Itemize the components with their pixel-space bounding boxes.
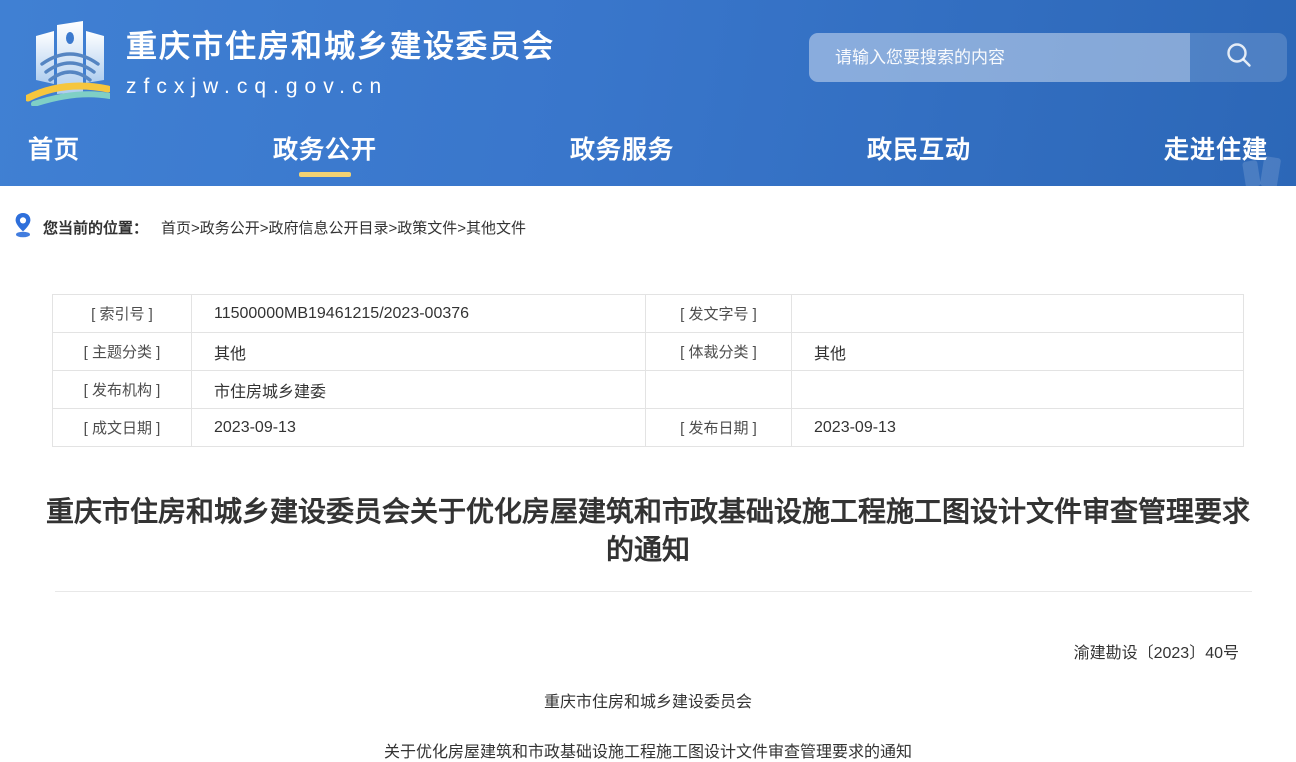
page-title: 重庆市住房和城乡建设委员会关于优化房屋建筑和市政基础设施工程施工图设计文件审查管… bbox=[0, 493, 1296, 569]
search-input[interactable] bbox=[809, 33, 1190, 82]
nav-item-gov-info[interactable]: 政务公开 bbox=[273, 120, 377, 186]
active-tab-underline bbox=[299, 172, 351, 177]
location-pin-icon bbox=[14, 212, 32, 242]
search-button[interactable] bbox=[1190, 33, 1287, 82]
nav-item-gov-services[interactable]: 政务服务 bbox=[570, 120, 674, 186]
search-icon bbox=[1223, 40, 1255, 75]
breadcrumb: 您当前的位置： 首页>政务公开>政府信息公开目录>政策文件>其他文件 bbox=[14, 214, 1296, 240]
brand-block: 重庆市住房和城乡建设委员会 zfcxjw.cq.gov.cn bbox=[126, 21, 555, 99]
nav-item-label: 政务服务 bbox=[570, 130, 674, 166]
meta-value-topic: 其他 bbox=[192, 333, 646, 371]
meta-value-write-date: 2023-09-13 bbox=[192, 409, 646, 447]
article-body-agency-line: 重庆市住房和城乡建设委员会 bbox=[0, 688, 1296, 712]
meta-value-empty bbox=[792, 371, 1244, 409]
meta-value-doc-no bbox=[792, 295, 1244, 333]
document-number: 渝建勘设〔2023〕40号 bbox=[0, 639, 1296, 663]
site-url: zfcxjw.cq.gov.cn bbox=[126, 75, 555, 99]
building-watermark-icon bbox=[1240, 149, 1284, 186]
meta-label-pub-date: [ 发布日期 ] bbox=[646, 409, 792, 447]
table-row: [ 索引号 ] 11500000MB19461215/2023-00376 [ … bbox=[53, 295, 1244, 333]
meta-label-topic: [ 主题分类 ] bbox=[53, 333, 192, 371]
meta-label-publisher: [ 发布机构 ] bbox=[53, 371, 192, 409]
main-nav: 首页 政务公开 政务服务 政民互动 走进住建 bbox=[0, 120, 1296, 186]
meta-label-empty bbox=[646, 371, 792, 409]
nav-item-label: 政民互动 bbox=[867, 130, 971, 166]
topbar: 重庆市住房和城乡建设委员会 zfcxjw.cq.gov.cn 首页 政务公开 bbox=[0, 0, 1296, 186]
breadcrumb-label: 您当前的位置： bbox=[43, 217, 148, 238]
meta-label-genre: [ 体裁分类 ] bbox=[646, 333, 792, 371]
site-title: 重庆市住房和城乡建设委员会 bbox=[126, 21, 555, 66]
nav-item-label: 政务公开 bbox=[273, 130, 377, 166]
article-body-subject-line: 关于优化房屋建筑和市政基础设施工程施工图设计文件审查管理要求的通知 bbox=[0, 738, 1296, 762]
table-row: [ 发布机构 ] 市住房城乡建委 bbox=[53, 371, 1244, 409]
meta-value-index-no: 11500000MB19461215/2023-00376 bbox=[192, 295, 646, 333]
nav-item-home[interactable]: 首页 bbox=[28, 120, 80, 186]
table-row: [ 成文日期 ] 2023-09-13 [ 发布日期 ] 2023-09-13 bbox=[53, 409, 1244, 447]
meta-value-genre: 其他 bbox=[792, 333, 1244, 371]
nav-item-label: 首页 bbox=[28, 130, 80, 166]
meta-value-publisher: 市住房城乡建委 bbox=[192, 371, 646, 409]
meta-value-pub-date: 2023-09-13 bbox=[792, 409, 1244, 447]
site-logo-icon bbox=[26, 10, 110, 111]
table-row: [ 主题分类 ] 其他 [ 体裁分类 ] 其他 bbox=[53, 333, 1244, 371]
search-bar bbox=[809, 33, 1287, 82]
site-header: 重庆市住房和城乡建设委员会 zfcxjw.cq.gov.cn bbox=[0, 0, 1296, 120]
meta-label-doc-no: [ 发文字号 ] bbox=[646, 295, 792, 333]
document-meta-table: [ 索引号 ] 11500000MB19461215/2023-00376 [ … bbox=[52, 294, 1244, 447]
title-divider bbox=[55, 591, 1252, 592]
meta-label-write-date: [ 成文日期 ] bbox=[53, 409, 192, 447]
breadcrumb-trail[interactable]: 首页>政务公开>政府信息公开目录>政策文件>其他文件 bbox=[161, 217, 526, 238]
nav-item-interaction[interactable]: 政民互动 bbox=[867, 120, 971, 186]
meta-label-index-no: [ 索引号 ] bbox=[53, 295, 192, 333]
